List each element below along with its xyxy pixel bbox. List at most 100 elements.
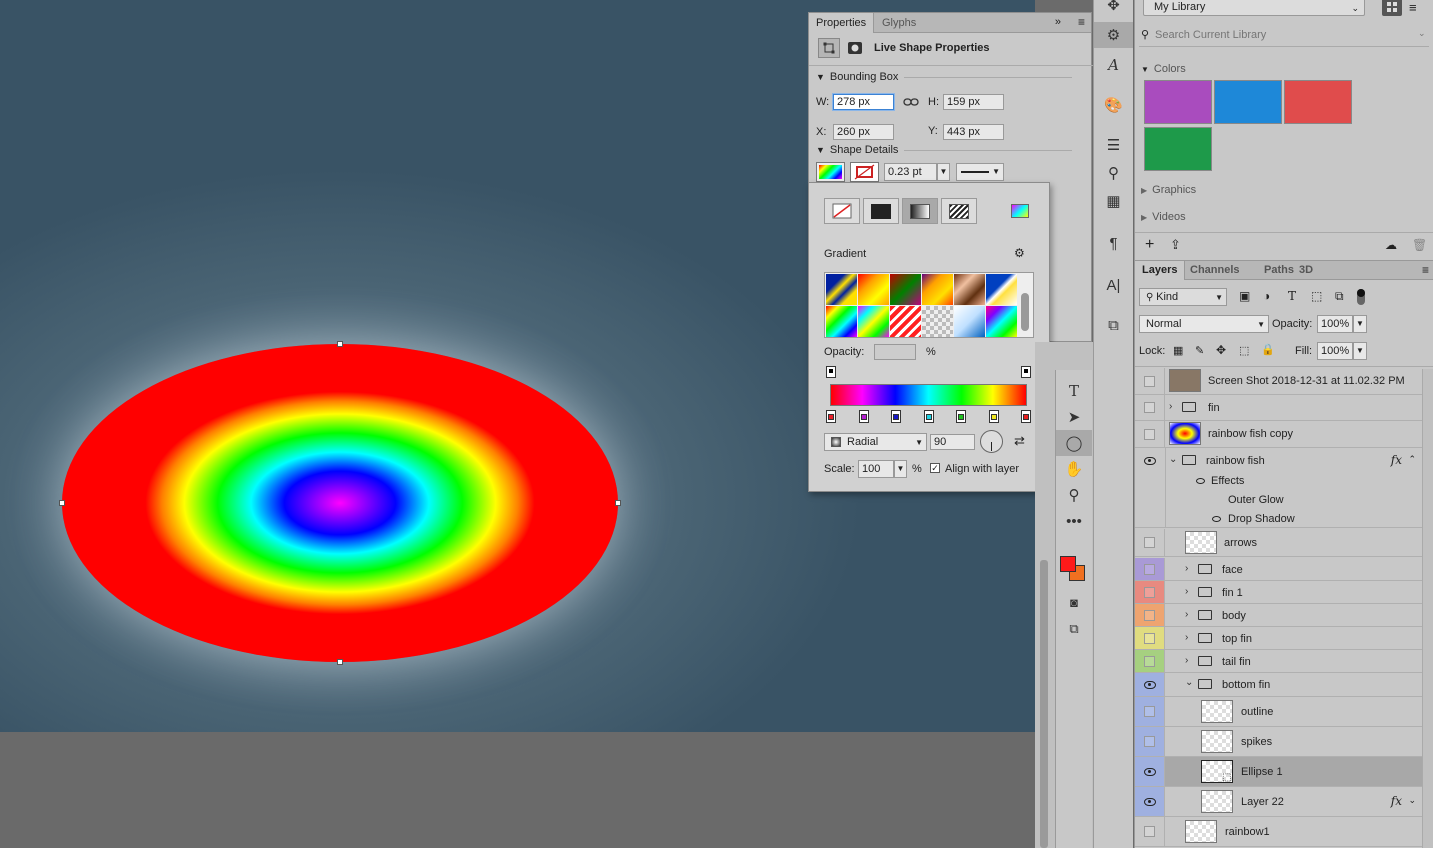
angle-field[interactable]: 90	[930, 434, 975, 450]
tab-3d[interactable]: 3D	[1292, 261, 1320, 280]
color-picker-icon[interactable]	[1005, 198, 1035, 224]
color-palette-icon[interactable]: 🎨	[1094, 92, 1133, 118]
visibility-toggle[interactable]	[1144, 736, 1155, 747]
effect-drop-shadow[interactable]: Drop Shadow	[1228, 513, 1295, 525]
chevron-right-icon[interactable]: ›	[1185, 632, 1188, 643]
layer-name[interactable]: body	[1222, 610, 1246, 622]
presets-scrollbar[interactable]	[1021, 293, 1029, 331]
color-stop[interactable]	[1021, 410, 1031, 423]
color-stop[interactable]	[891, 410, 901, 423]
eye-icon[interactable]	[1196, 478, 1205, 484]
filter-smart-object-icon[interactable]: ⧉	[1335, 289, 1344, 304]
live-shape-icon[interactable]	[818, 38, 840, 58]
paragraph-icon[interactable]: ¶	[1094, 230, 1133, 256]
y-field[interactable]: 443 px	[943, 124, 1004, 140]
transform-handle-top[interactable]	[337, 341, 343, 347]
gradient-preset[interactable]	[986, 306, 1017, 337]
eye-icon[interactable]	[1212, 516, 1221, 522]
filter-shape-icon[interactable]: ⬚	[1311, 289, 1322, 303]
panel-menu-icon[interactable]: ≡	[1078, 15, 1085, 29]
gradient-opacity-field[interactable]	[874, 344, 916, 360]
library-color-swatch[interactable]	[1214, 80, 1282, 124]
color-stop[interactable]	[858, 410, 869, 423]
library-color-swatch[interactable]	[1144, 127, 1212, 171]
visibility-toggle[interactable]	[1144, 632, 1155, 644]
chevron-up-icon[interactable]: ⌃	[1408, 454, 1416, 465]
layer-name[interactable]: rainbow fish	[1206, 455, 1265, 467]
stroke-swatch-button[interactable]	[850, 162, 879, 182]
chevron-down-icon[interactable]: ▼	[816, 145, 825, 155]
grid-view-icon[interactable]	[1382, 0, 1402, 16]
layer-filter-dropdown[interactable]: ⚲ Kind ▼	[1139, 288, 1227, 306]
search-dropdown-icon[interactable]: ⌄	[1418, 28, 1426, 39]
tab-glyphs[interactable]: Glyphs	[875, 13, 923, 33]
layer-row[interactable]: Layer 22 fx ⌄	[1135, 787, 1422, 817]
opacity-stop-left[interactable]	[826, 366, 836, 378]
color-stop[interactable]	[956, 410, 966, 423]
layer-row[interactable]: arrows	[1135, 529, 1422, 557]
layer-row[interactable]: spikes	[1135, 727, 1422, 757]
gradient-preset[interactable]	[986, 274, 1017, 305]
visibility-toggle[interactable]	[1144, 706, 1155, 717]
library-search-input[interactable]	[1155, 27, 1415, 43]
list-view-icon[interactable]: ≡	[1409, 0, 1417, 15]
align-checkbox[interactable]: ✓	[930, 463, 940, 473]
character-icon[interactable]: A	[1094, 52, 1133, 78]
gradient-preset[interactable]	[890, 274, 921, 305]
fx-icon[interactable]: fx	[1391, 453, 1402, 467]
fx-icon[interactable]: fx	[1391, 794, 1402, 808]
upload-icon[interactable]: ⇪	[1170, 237, 1181, 253]
lock-transparent-icon[interactable]: ▦	[1173, 344, 1183, 357]
visibility-toggle[interactable]	[1144, 609, 1155, 621]
chevron-down-icon[interactable]: ⌄	[1169, 454, 1177, 465]
layer-opacity-field[interactable]: 100%	[1317, 315, 1353, 333]
layer-name[interactable]: Layer 22	[1241, 796, 1284, 808]
eye-icon[interactable]	[1143, 767, 1156, 776]
lock-position-icon[interactable]: ✥	[1216, 343, 1226, 357]
history-icon[interactable]: ⧉	[1094, 312, 1133, 338]
layer-row[interactable]: rainbow fish copy	[1135, 421, 1422, 448]
move-icon[interactable]: ✥	[1094, 0, 1133, 18]
transform-handle-right[interactable]	[615, 500, 621, 506]
gear-icon[interactable]: ⚙	[1014, 246, 1025, 260]
transform-handle-left[interactable]	[59, 500, 65, 506]
adjustments-icon[interactable]: ☰	[1094, 132, 1133, 158]
stroke-width-dropdown[interactable]: ▼	[937, 163, 950, 181]
gradient-preset[interactable]	[858, 274, 889, 305]
brush-settings-icon[interactable]: ⚲	[1094, 160, 1133, 186]
visibility-toggle[interactable]	[1144, 586, 1155, 598]
visibility-toggle[interactable]	[1144, 375, 1155, 387]
videos-section-header[interactable]: ▶ Videos	[1141, 211, 1186, 223]
layer-row-selected[interactable]: ⬚ Ellipse 1	[1135, 757, 1422, 787]
layer-name[interactable]: fin 1	[1222, 587, 1243, 599]
filter-type-icon[interactable]: T	[1288, 289, 1296, 303]
transform-handle-bottom[interactable]	[337, 659, 343, 665]
graphics-section-header[interactable]: ▶ Graphics	[1141, 184, 1196, 196]
zoom-tool-icon[interactable]: ⚲	[1056, 482, 1092, 508]
visibility-toggle[interactable]	[1144, 402, 1155, 413]
type-tool-icon[interactable]: T	[1056, 378, 1092, 404]
layer-name[interactable]: top fin	[1222, 633, 1252, 645]
layer-row[interactable]: › tail fin	[1135, 650, 1422, 673]
link-icon[interactable]	[894, 97, 928, 107]
trash-icon[interactable]: 🗑	[1412, 238, 1427, 252]
eye-icon[interactable]	[1144, 457, 1156, 465]
angle-dial[interactable]	[980, 430, 1003, 453]
hand-tool-icon[interactable]: ✋	[1056, 456, 1092, 482]
library-color-swatch[interactable]	[1284, 80, 1352, 124]
fill-gradient-button[interactable]	[902, 198, 938, 224]
layer-name[interactable]: fin	[1208, 402, 1220, 414]
color-stop[interactable]	[988, 410, 999, 423]
gradient-preset[interactable]	[890, 306, 921, 337]
visibility-toggle[interactable]	[1144, 428, 1155, 440]
fill-none-button[interactable]	[824, 198, 860, 224]
layer-name[interactable]: Screen Shot 2018-12-31 at 11.02.32 PM	[1208, 375, 1405, 387]
layer-fill-field[interactable]: 100%	[1317, 342, 1353, 360]
chevron-down-icon[interactable]: ⌄	[1408, 795, 1416, 806]
tab-layers[interactable]: Layers	[1135, 261, 1186, 280]
visibility-toggle[interactable]	[1144, 655, 1155, 667]
lock-all-icon[interactable]: 🔒	[1261, 343, 1275, 356]
gradient-ramp[interactable]	[830, 384, 1027, 406]
layer-row[interactable]: › face	[1135, 558, 1422, 581]
rainbow-ellipse-shape[interactable]	[62, 344, 618, 662]
